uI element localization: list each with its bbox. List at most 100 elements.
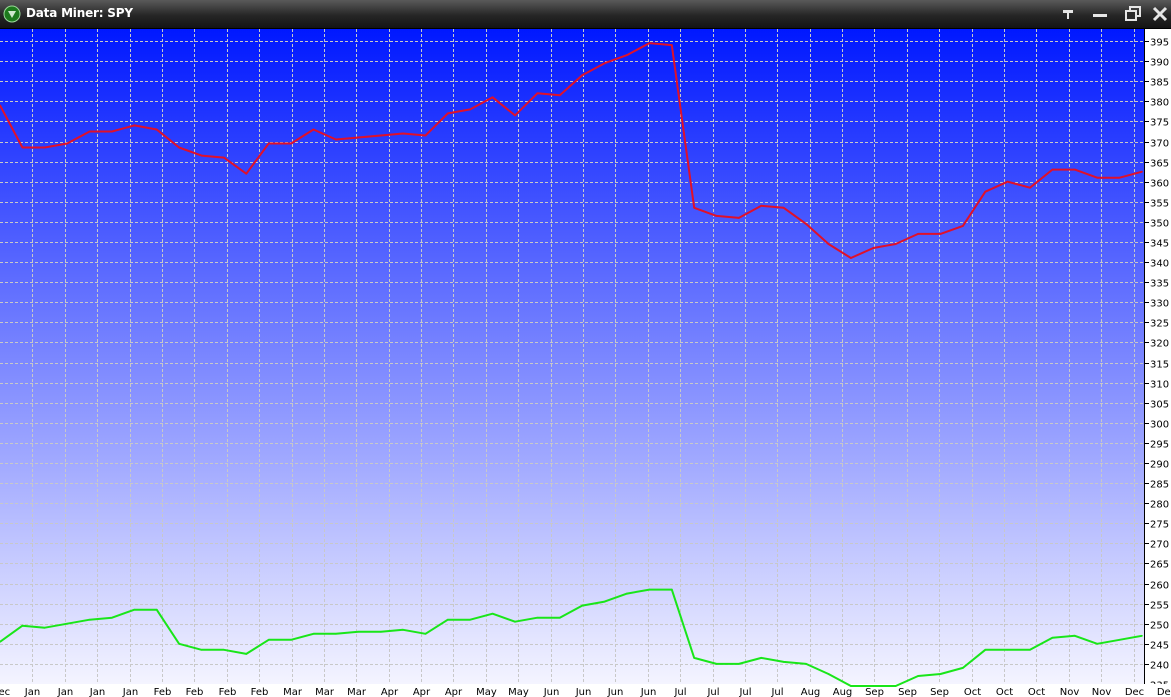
data-point	[603, 62, 606, 64]
y-tick-label: 385	[1150, 78, 1169, 89]
data-point	[200, 649, 203, 651]
data-point	[312, 633, 315, 635]
data-point	[402, 132, 404, 135]
y-tick-label: 275	[1150, 520, 1169, 531]
data-point	[133, 124, 136, 127]
data-point	[133, 608, 136, 611]
x-tick-label: Jul	[770, 687, 783, 697]
restore-icon[interactable]	[1124, 6, 1142, 22]
data-point	[312, 128, 315, 131]
y-tick-label: 290	[1150, 460, 1169, 471]
y-tick-label: 335	[1150, 279, 1169, 290]
data-point	[88, 130, 91, 133]
x-tick-label: May	[508, 687, 529, 697]
pin-icon[interactable]	[1059, 6, 1077, 22]
data-point	[1006, 649, 1009, 651]
data-point	[514, 620, 516, 623]
y-tick-label: 265	[1150, 560, 1169, 571]
data-point	[402, 629, 404, 631]
window-title: Data Miner: SPY	[26, 6, 133, 20]
data-point	[760, 657, 763, 659]
data-point	[245, 172, 248, 175]
data-point	[21, 146, 24, 149]
data-point	[44, 626, 46, 629]
data-point	[447, 618, 449, 621]
data-point	[603, 600, 606, 603]
y-tick-label: 310	[1150, 380, 1169, 391]
data-point	[178, 146, 180, 149]
data-point	[223, 156, 225, 159]
x-tick-label: Apr	[381, 687, 399, 697]
y-tick-label: 285	[1150, 480, 1169, 491]
data-point	[782, 661, 785, 663]
x-tick-label: Oct	[964, 687, 981, 697]
data-point	[66, 142, 68, 145]
y-tick-label: 260	[1150, 581, 1169, 592]
x-tick-label: May	[476, 687, 497, 697]
data-point	[267, 142, 270, 145]
data-point	[514, 114, 516, 117]
y-tick-label: 315	[1150, 360, 1169, 371]
data-point	[1051, 637, 1054, 639]
data-point	[1051, 168, 1054, 171]
data-point	[738, 217, 740, 219]
data-point	[984, 190, 987, 193]
data-point	[379, 631, 382, 633]
data-point	[805, 663, 807, 665]
data-point	[581, 74, 583, 76]
data-point	[469, 618, 472, 621]
y-tick-label: 370	[1150, 139, 1169, 150]
x-tick-label: Sep	[898, 687, 917, 697]
data-point	[447, 112, 449, 115]
data-point	[962, 225, 964, 227]
data-point	[200, 154, 203, 157]
y-tick-label: 365	[1150, 159, 1169, 170]
x-tick-label: Oct	[1028, 687, 1045, 697]
x-tick-label: Jul	[673, 687, 686, 697]
data-point	[760, 205, 763, 207]
data-point	[984, 649, 987, 651]
data-point	[559, 616, 561, 619]
data-point	[559, 94, 561, 97]
y-tick-label: 245	[1150, 641, 1169, 652]
data-point	[335, 138, 337, 141]
data-point	[1096, 643, 1098, 645]
minimize-icon[interactable]	[1091, 6, 1109, 22]
x-tick-label: Jan	[24, 687, 40, 697]
close-icon[interactable]	[1151, 6, 1169, 22]
data-point	[1006, 180, 1009, 183]
x-tick-label: Feb	[154, 687, 172, 697]
y-tick-label: 330	[1150, 299, 1169, 310]
data-point	[111, 130, 113, 133]
data-point	[872, 247, 875, 249]
data-point	[715, 215, 718, 217]
data-point	[827, 243, 830, 245]
data-point	[1029, 186, 1031, 189]
data-point	[155, 608, 158, 611]
x-tick-label: Jul	[738, 687, 751, 697]
y-tick-label: 255	[1150, 601, 1169, 612]
x-tick-label: Feb	[219, 687, 237, 697]
data-point	[693, 207, 695, 209]
data-point	[178, 643, 180, 645]
data-point	[738, 663, 740, 665]
data-point	[939, 233, 942, 235]
data-point	[626, 592, 628, 595]
x-tick-label: Nov	[1060, 687, 1080, 697]
data-point	[894, 243, 897, 245]
app-icon[interactable]	[3, 5, 21, 23]
y-tick-label: 305	[1150, 400, 1169, 411]
data-point	[335, 633, 337, 635]
y-tick-label: 340	[1150, 259, 1169, 270]
data-point	[805, 223, 807, 225]
x-tick-label: Jun	[607, 687, 624, 697]
data-point	[939, 673, 942, 675]
data-point	[1029, 649, 1031, 651]
x-tick-label: Feb	[251, 687, 269, 697]
data-point	[536, 92, 539, 95]
x-tick-label: Apr	[445, 687, 463, 697]
data-point	[267, 639, 270, 641]
x-tick-label: Sep	[865, 687, 884, 697]
x-tick-label: Jun	[575, 687, 592, 697]
data-point	[424, 633, 427, 635]
